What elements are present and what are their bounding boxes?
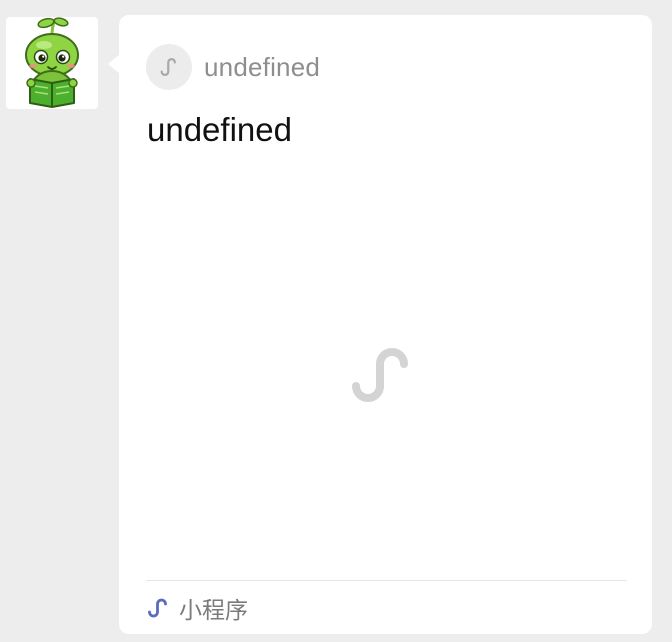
app-logo [146,44,192,90]
mini-program-placeholder-icon [352,348,408,402]
preview-area [146,175,626,575]
card-footer: 小程序 [146,591,248,625]
sender-avatar[interactable] [6,17,98,109]
mini-program-icon [148,598,167,618]
mini-program-link-icon [160,58,176,76]
footer-divider [146,580,627,581]
footer-label: 小程序 [179,598,248,624]
mini-program-card[interactable]: undefined undefined 小程序 [119,15,652,634]
card-title: undefined [147,111,292,148]
card-header: undefined [146,44,320,90]
green-sprout-mascot-icon [25,17,79,108]
app-name: undefined [204,51,321,82]
